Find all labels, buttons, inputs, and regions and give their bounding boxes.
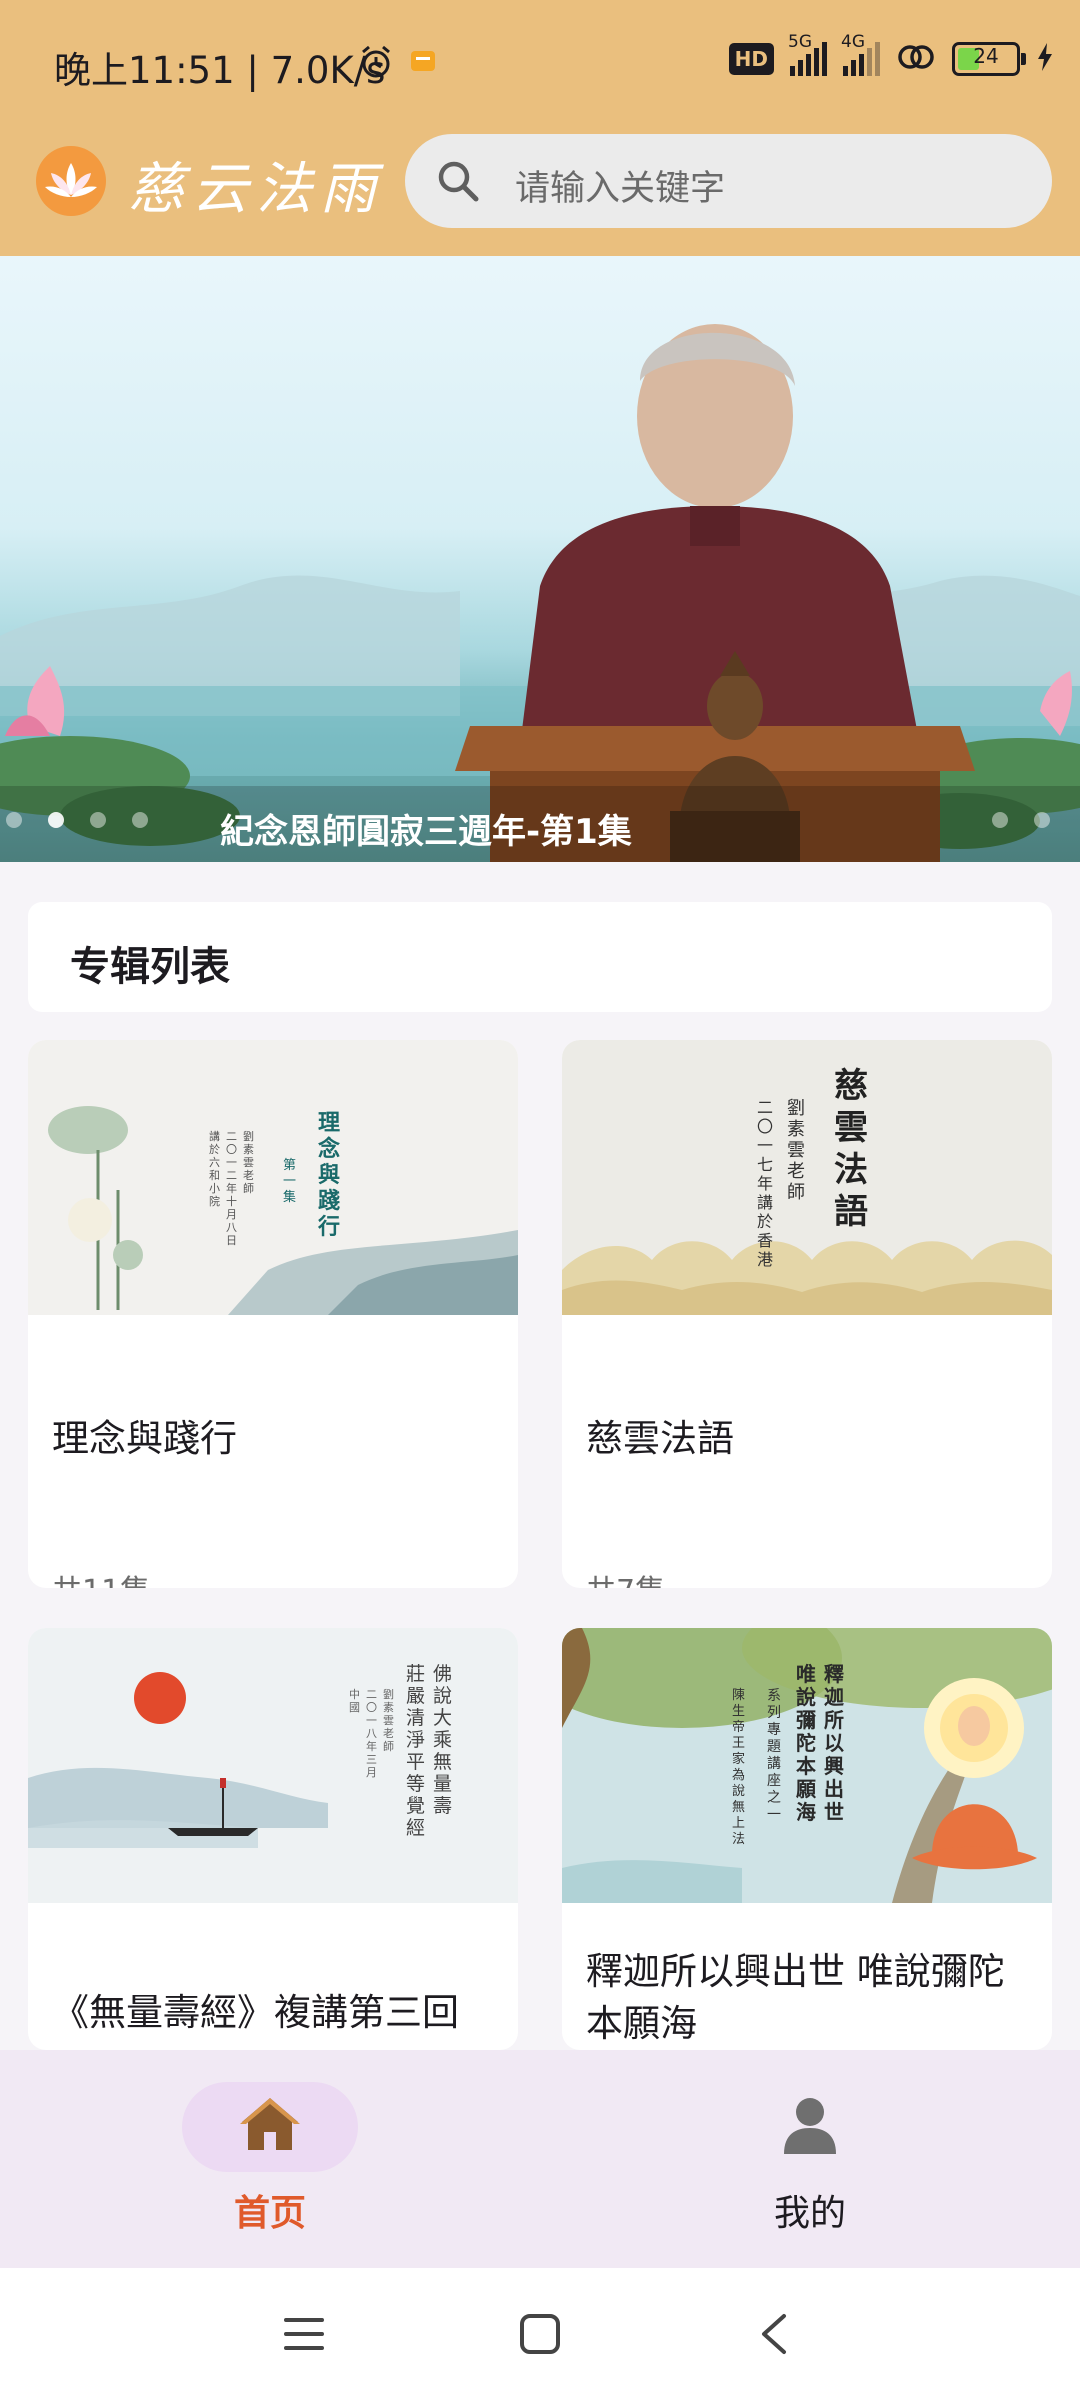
album-thumbnail: 理念與踐行 第一集 劉素雲 老師 二〇一二年十月八日 講於 六和小院 <box>28 1040 518 1315</box>
hd-voice-icon: HD <box>728 43 774 75</box>
album-thumbnail: 釋迦所以興出世 唯說彌陀本願海 系列專題講座之一 陳生帝王家 為說無上法 <box>562 1628 1052 1903</box>
alarm-icon <box>358 44 394 84</box>
carousel-dots-left <box>6 812 148 828</box>
search-input[interactable]: 请输入关键字 <box>515 160 725 211</box>
section-title: 专辑列表 <box>70 944 230 990</box>
app-title: 慈云法雨 <box>128 157 384 222</box>
bottom-navigation: 首页 我的 <box>0 2050 1080 2268</box>
banner-image <box>0 324 1080 862</box>
section-header: 专辑列表 <box>28 902 1052 1012</box>
banner-caption[interactable]: 紀念恩師圓寂三週年-第1集 <box>220 804 632 853</box>
notification-icon <box>408 47 438 81</box>
album-title[interactable]: 《無量壽經》複講第三回 <box>52 1982 459 2036</box>
album-card[interactable]: 佛說大乘無量壽 莊嚴清淨平等覺經 劉素雲老師 二〇一八年三月 中國 《無量壽經》… <box>28 1628 518 2050</box>
album-card[interactable]: 慈雲法語 劉素雲老師 二〇一七年講於香港 慈雲法語 共7集 <box>562 1040 1052 1588</box>
thumb-title: 理念與踐行 <box>318 1110 341 1240</box>
top-header: 晚上11:51 | 7.0K/s HD 5G 4G 24 慈云法雨 请输入关键字 <box>0 0 1080 256</box>
back-icon[interactable] <box>756 2312 792 2360</box>
nav-home[interactable]: 首页 <box>0 2050 540 2268</box>
home-icon <box>238 2094 302 2158</box>
album-card[interactable]: 釋迦所以興出世 唯說彌陀本願海 系列專題講座之一 陳生帝王家 為說無上法 釋迦所… <box>562 1628 1052 2050</box>
battery-icon: 24 <box>952 42 1026 76</box>
lotus-logo-icon <box>36 146 106 216</box>
album-episode-count: 共11集 <box>52 1566 150 1588</box>
banner-carousel[interactable]: 紀念恩師圓寂三週年-第1集 <box>0 256 1080 862</box>
nav-mine[interactable]: 我的 <box>540 2050 1080 2268</box>
thumb-title: 佛說大乘無量壽 <box>433 1663 453 1817</box>
system-navigation-bar <box>0 2268 1080 2400</box>
thumb-title: 慈雲法語 <box>834 1066 868 1232</box>
thumb-title: 釋迦所以興出世 <box>824 1662 844 1824</box>
person-icon <box>778 2094 842 2160</box>
album-title[interactable]: 釋迦所以興出世 唯說彌陀本願海 <box>586 1946 1036 2050</box>
album-title[interactable]: 理念與踐行 <box>52 1408 237 1462</box>
home-square-icon[interactable] <box>518 2312 562 2360</box>
app-bar: 慈云法雨 请输入关键字 <box>0 130 1080 256</box>
album-thumbnail: 佛說大乘無量壽 莊嚴清淨平等覺經 劉素雲老師 二〇一八年三月 中國 <box>28 1628 518 1903</box>
carousel-dots-right <box>992 812 1050 828</box>
nav-mine-label: 我的 <box>773 2193 846 2234</box>
menu-icon[interactable] <box>282 2314 326 2358</box>
status-bar: 晚上11:51 | 7.0K/s HD 5G 4G 24 <box>0 0 1080 130</box>
album-card[interactable]: 理念與踐行 第一集 劉素雲 老師 二〇一二年十月八日 講於 六和小院 理念與踐行… <box>28 1040 518 1588</box>
album-episode-count: 共7集 <box>586 1566 665 1588</box>
signal-4g-icon: 4G <box>841 32 880 76</box>
search-bar[interactable]: 请输入关键字 <box>405 134 1052 228</box>
album-thumbnail: 慈雲法語 劉素雲老師 二〇一七年講於香港 <box>562 1040 1052 1315</box>
nav-home-label: 首页 <box>233 2193 306 2234</box>
status-time-speed: 晚上11:51 | 7.0K/s <box>54 49 386 92</box>
search-icon <box>435 158 481 208</box>
signal-5g-icon: 5G <box>788 32 827 76</box>
album-title[interactable]: 慈雲法語 <box>586 1408 734 1462</box>
link-icon <box>896 42 936 76</box>
charging-icon <box>1036 42 1054 76</box>
